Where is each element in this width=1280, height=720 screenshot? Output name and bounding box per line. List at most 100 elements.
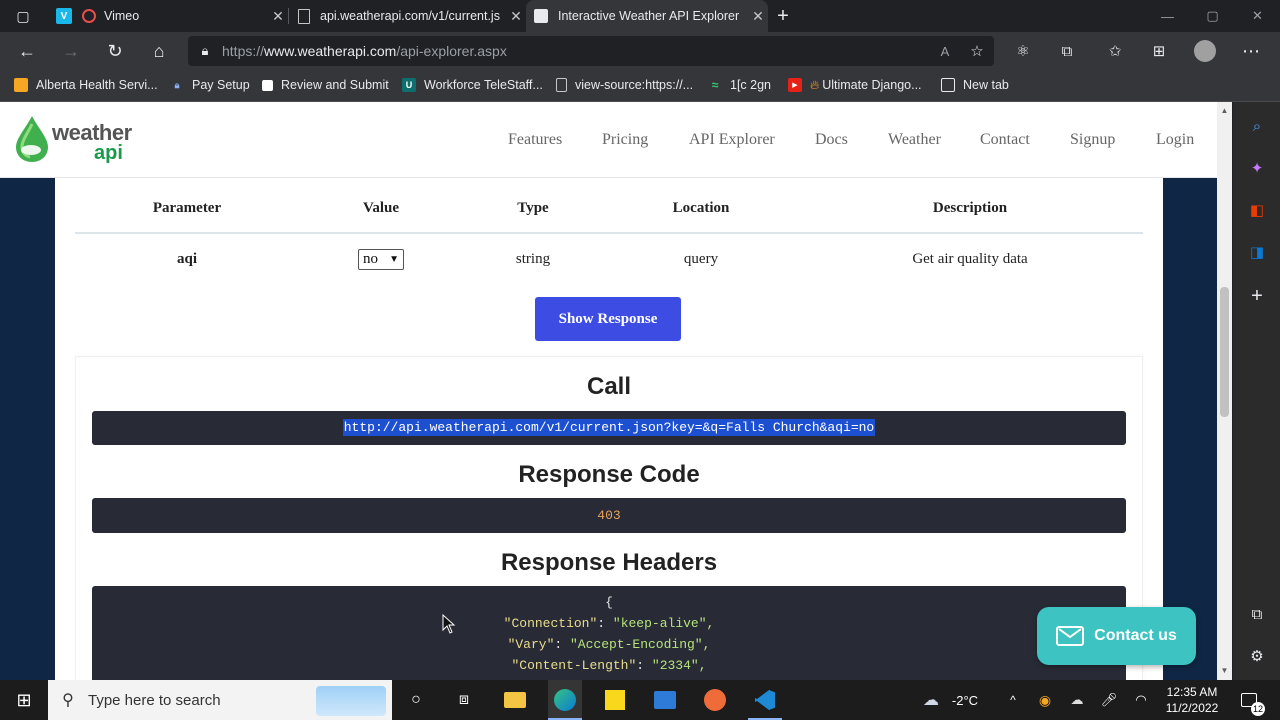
tab-divider [288, 8, 289, 24]
response-headers-box: { "Connection": "keep-alive", "Vary": "A… [92, 586, 1126, 680]
contact-us-label: Contact us [1094, 627, 1177, 644]
edge-browser-icon[interactable] [548, 680, 582, 720]
close-tab-icon[interactable]: ✕ [748, 8, 768, 25]
tab-vimeo[interactable]: V Vimeo ✕ [48, 0, 288, 32]
nav-signup[interactable]: Signup [1070, 102, 1115, 178]
tab-api-current[interactable]: api.weatherapi.com/v1/current.js ✕ [290, 0, 526, 32]
task-view-icon[interactable]: ⧈ [448, 680, 480, 720]
search-icon: ⚲ [62, 692, 74, 709]
json-line: "Connection": "keep-alive", [503, 616, 715, 631]
file-explorer-icon[interactable] [498, 680, 532, 720]
scroll-up-icon[interactable]: ▲ [1217, 106, 1232, 115]
bookmark-label: Alberta Health Servi... [36, 78, 158, 92]
discover-icon[interactable]: ✦ [1245, 156, 1269, 180]
back-icon[interactable]: ← [12, 36, 42, 66]
nav-api-explorer[interactable]: API Explorer [689, 102, 775, 178]
add-favorite-icon[interactable]: ☆ [960, 42, 994, 60]
bookmark-new-tab[interactable]: New tab [941, 70, 1009, 100]
address-url[interactable]: https://www.weatherapi.com/api-explorer.… [222, 43, 930, 59]
onedrive-icon[interactable]: ☁ [1066, 680, 1088, 720]
nav-pricing[interactable]: Pricing [602, 102, 648, 178]
bookmark-alberta-health[interactable]: Alberta Health Servi... [14, 70, 158, 100]
json-key: "Vary" [507, 637, 555, 652]
json-line: "Content-Length": "2334", [511, 658, 707, 673]
photos-icon[interactable] [648, 680, 682, 720]
envelope-icon [1056, 626, 1085, 646]
cortana-icon[interactable]: ○ [400, 680, 432, 720]
tab-actions-icon[interactable]: ▢ [8, 1, 38, 31]
add-icon[interactable]: + [1245, 284, 1269, 308]
scrollbar-thumb[interactable] [1220, 287, 1229, 417]
sticky-notes-icon[interactable] [598, 680, 632, 720]
new-tab-icon [941, 78, 955, 92]
call-url[interactable]: http://api.weatherapi.com/v1/current.jso… [342, 419, 876, 436]
tray-app-icon[interactable]: ◉ [1034, 680, 1056, 720]
vscode-icon[interactable] [748, 680, 782, 720]
postman-icon[interactable] [698, 680, 732, 720]
tab-api-explorer[interactable]: Interactive Weather API Explorer ✕ [526, 0, 768, 32]
json-value: "2334", [651, 658, 707, 673]
weather-temperature[interactable]: -2°C [948, 680, 982, 720]
call-url-box[interactable]: http://api.weatherapi.com/v1/current.jso… [92, 411, 1126, 445]
microphone-icon[interactable]: 🎤︎ [1098, 680, 1120, 720]
response-code-box: 403 [92, 498, 1126, 533]
lock-icon[interactable]: 🔒︎ [188, 43, 222, 59]
aqi-value-select[interactable]: no ▼ [358, 249, 404, 270]
json-open-brace: { [605, 595, 613, 610]
office-icon[interactable]: ◧ [1245, 198, 1269, 222]
close-window-icon[interactable]: ✕ [1235, 0, 1280, 32]
bookmark-review-submit[interactable]: Review and Submit [262, 70, 389, 100]
extension-icon[interactable]: ⚛ [1008, 36, 1038, 66]
weather-cloud-icon[interactable]: ☁ [916, 680, 946, 720]
close-tab-icon[interactable]: ✕ [506, 8, 526, 25]
refresh-icon[interactable]: ↻ [100, 36, 130, 66]
bookmark-view-source[interactable]: view-source:https://... [556, 70, 693, 100]
json-key: "Connection" [503, 616, 598, 631]
nav-docs[interactable]: Docs [815, 102, 848, 178]
close-tab-icon[interactable]: ✕ [268, 8, 288, 25]
nav-weather[interactable]: Weather [888, 102, 941, 178]
settings-gear-icon[interactable]: ⚙ [1245, 644, 1269, 668]
bookmark-workforce[interactable]: U Workforce TeleStaff... [402, 70, 543, 100]
nav-features[interactable]: Features [508, 102, 562, 178]
show-response-button[interactable]: Show Response [535, 297, 681, 341]
nav-contact[interactable]: Contact [980, 102, 1030, 178]
airplane-icon [316, 686, 386, 716]
minimize-icon[interactable]: — [1145, 0, 1190, 32]
windows-start-icon[interactable]: ⊞ [0, 680, 48, 720]
collections-icon[interactable]: ⊞ [1144, 36, 1174, 66]
more-menu-icon[interactable]: ⋯ [1236, 36, 1266, 66]
fire-icon: 🔥︎ [810, 77, 820, 92]
bookmark-ultimate-django[interactable]: ▶ 🔥︎ Ultimate Django... [788, 70, 922, 100]
search-icon[interactable]: ⌕ [1245, 114, 1269, 138]
clock[interactable]: 12:35 AM 11/2/2022 [1160, 680, 1224, 720]
maximize-icon[interactable]: ▢ [1190, 0, 1235, 32]
network-icon[interactable]: ◠ [1130, 680, 1152, 720]
bookmark-pay-setup[interactable]: 🔒︎ Pay Setup [170, 70, 250, 100]
read-aloud-icon[interactable]: A [930, 44, 960, 59]
home-icon[interactable]: ⌂ [144, 36, 174, 66]
profile-avatar[interactable] [1190, 36, 1220, 66]
forward-icon[interactable]: → [56, 36, 86, 66]
response-headers-title: Response Headers [500, 549, 718, 576]
url-host: www.weatherapi.com [264, 43, 397, 59]
water-drop-icon [16, 116, 48, 162]
outlook-icon[interactable]: ◨ [1245, 240, 1269, 264]
weatherapi-logo[interactable]: weather api [14, 114, 132, 166]
bookmark-label: Review and Submit [281, 78, 389, 92]
page-scrollbar[interactable]: ▲ ▼ [1217, 102, 1232, 680]
bookmark-label: Ultimate Django... [822, 78, 922, 92]
new-tab-button[interactable]: + [768, 1, 798, 31]
contact-us-button[interactable]: Contact us [1037, 607, 1196, 665]
scroll-down-icon[interactable]: ▼ [1217, 666, 1232, 675]
api-explorer-panel: Parameter Value Type Location Descriptio… [55, 178, 1163, 680]
taskbar-search[interactable]: ⚲ Type here to search [48, 680, 392, 720]
address-bar[interactable]: 🔒︎ https://www.weatherapi.com/api-explor… [188, 36, 994, 66]
nav-login[interactable]: Login [1156, 102, 1194, 178]
notifications-icon[interactable]: 12 [1234, 680, 1265, 720]
bookmark-1c2gn[interactable]: ≈1[c 2gn [708, 70, 771, 100]
favorites-icon[interactable]: ✩ [1100, 36, 1130, 66]
extensions-puzzle-icon[interactable]: ⧉ [1052, 36, 1082, 66]
split-screen-icon[interactable]: ⧉ [1245, 602, 1269, 626]
show-hidden-icons-icon[interactable]: ^ [1004, 680, 1022, 720]
